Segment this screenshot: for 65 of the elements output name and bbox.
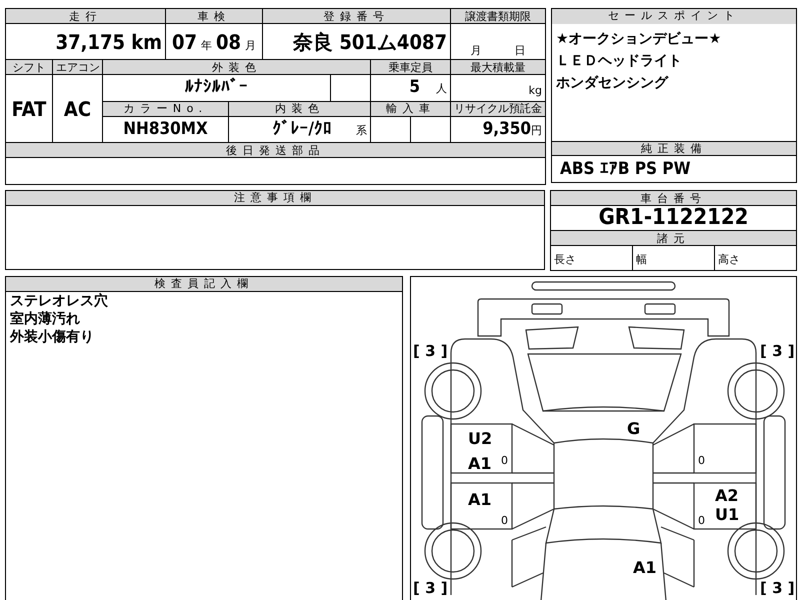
field-label: 登録番号: [262, 8, 451, 24]
field-label: 輸入車: [370, 101, 451, 116]
inspector-note: ステレオレス穴: [10, 292, 109, 310]
field-label: 内装色: [228, 101, 371, 116]
field-label: 最大積載量: [450, 60, 546, 74]
field-label: 譲渡書類期限: [450, 8, 546, 24]
month-unit: 月: [245, 38, 256, 52]
damage-code: A2: [714, 486, 738, 505]
field-label: 車検: [166, 8, 263, 24]
field-label: エアコン: [52, 60, 102, 74]
section-header: 車台番号: [550, 190, 796, 206]
color-code: NH830MX: [123, 118, 208, 138]
damage-code: A1: [468, 454, 492, 473]
tire-depth-label: [ 3 ]: [412, 342, 448, 360]
section-header: セールスポイント: [552, 9, 796, 24]
field-label: カラーNo.: [102, 101, 229, 116]
field-label: シフト: [6, 60, 52, 74]
capacity-value: 5: [409, 77, 420, 97]
registration-number: 奈良 501ム4087: [293, 30, 448, 54]
section-header: 注意事項欄: [6, 191, 544, 206]
inspection-month: 08: [216, 30, 242, 54]
spec-label: 長さ: [554, 253, 576, 266]
month-unit: 月: [470, 42, 482, 58]
person-unit: 人: [436, 82, 448, 95]
equipment-list: ABS ｴｱB PS PW: [552, 156, 796, 182]
interior-color-value: ｸﾞﾚｰ/ｸﾛ: [272, 118, 332, 138]
yen-unit: 円: [531, 124, 542, 136]
section-header: 純正装備: [552, 141, 796, 156]
sales-point: ★オークションデビュー★: [556, 30, 722, 49]
shift-value: FAT: [12, 96, 46, 120]
field-label: 乗車定員: [370, 60, 451, 74]
damage-code: U1: [714, 505, 739, 524]
field-label: 外装色: [102, 60, 371, 74]
color-suffix: 系: [356, 124, 368, 136]
panel-mark: 0: [698, 454, 704, 467]
spec-label: 高さ: [718, 253, 740, 266]
panel-mark: 0: [500, 454, 508, 467]
inspection-year: 07: [172, 30, 198, 54]
panel-mark: 0: [500, 514, 508, 527]
tire-depth-label: [ 3 ]: [760, 342, 794, 360]
panel-mark: 0: [698, 514, 704, 527]
damage-code: U2: [468, 429, 492, 448]
exterior-color-value: ﾙﾅｼﾙﾊﾞｰ: [185, 77, 248, 97]
weight-unit: kg: [528, 84, 542, 96]
section-header: 検査員記入欄: [6, 277, 402, 292]
year-unit: 年: [201, 38, 212, 52]
inspector-note: 室内薄汚れ: [10, 310, 81, 328]
spec-label: 幅: [636, 253, 647, 266]
field-label: 後日発送部品: [6, 142, 546, 158]
field-label: 走行: [6, 8, 166, 24]
section-header: 諸元: [550, 230, 796, 246]
damage-code: A1: [468, 490, 492, 509]
mileage-value: 37,175 km: [56, 30, 162, 54]
damage-code: A1: [632, 558, 656, 577]
tire-depth-label: [ 3 ]: [412, 579, 448, 597]
sales-point: ホンダセンシング: [556, 74, 670, 93]
inspector-note: 外装小傷有り: [10, 328, 95, 346]
tire-depth-label: [ 3 ]: [760, 579, 794, 597]
day-unit: 日: [514, 42, 526, 58]
aircon-value: AC: [64, 96, 92, 120]
sales-point: ＬＥＤヘッドライト: [556, 52, 684, 71]
damage-code: G: [626, 419, 640, 438]
recycling-fee-value: 9,350: [482, 118, 532, 138]
field-label: リサイクル預託金: [450, 101, 546, 116]
chassis-number: GR1-1122122: [598, 204, 748, 230]
